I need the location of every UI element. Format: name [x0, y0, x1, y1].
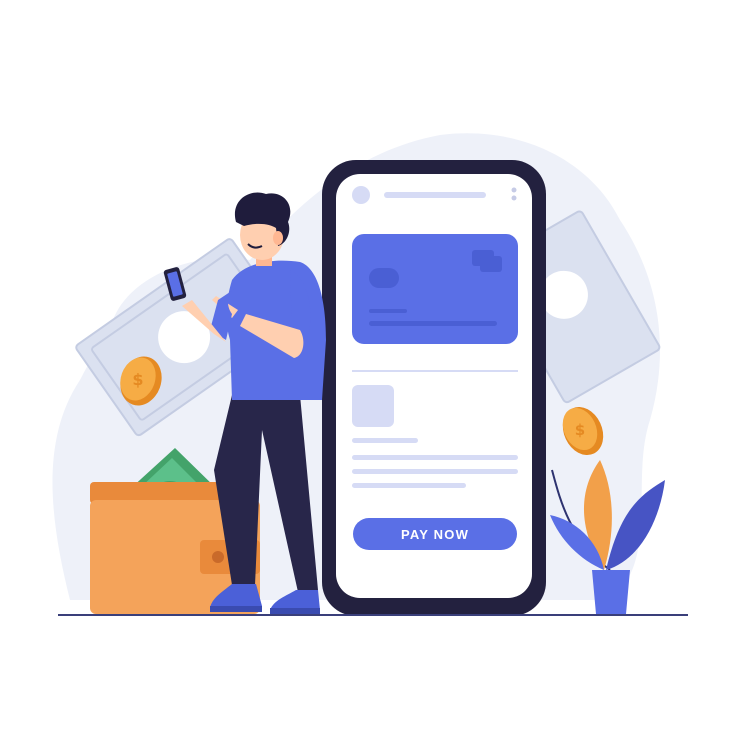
svg-text:$: $	[132, 370, 143, 389]
phone-screen: PAY NOW	[336, 176, 530, 596]
svg-text:$: $	[575, 421, 585, 439]
pay-now-button[interactable]: PAY NOW	[353, 518, 517, 550]
